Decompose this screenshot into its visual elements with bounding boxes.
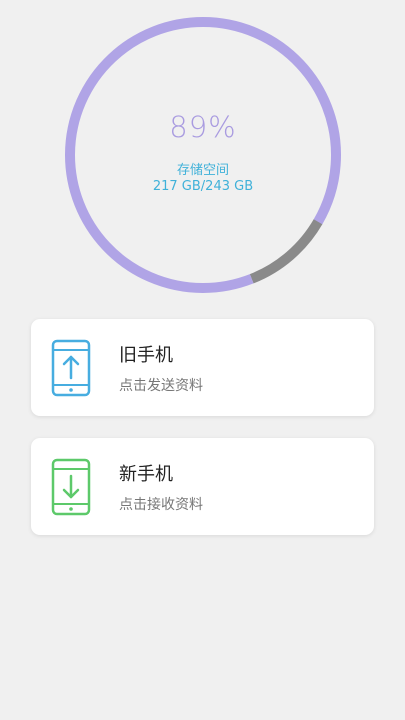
new-phone-title: 新手机 bbox=[119, 464, 173, 485]
phone-download-icon bbox=[51, 458, 91, 516]
old-phone-card[interactable]: 旧手机 点击发送资料 bbox=[31, 319, 374, 416]
old-phone-subtitle: 点击发送资料 bbox=[119, 378, 203, 394]
storage-usage-ring: 89% 存储空间 217 GB/243 GB bbox=[60, 12, 346, 298]
phone-clone-screen: 89% 存储空间 217 GB/243 GB 旧手机 点击发送资料 新手机 点击… bbox=[0, 0, 405, 720]
new-phone-subtitle: 点击接收资料 bbox=[119, 497, 203, 513]
storage-usage-text: 217 GB/243 GB bbox=[152, 179, 254, 194]
phone-upload-icon bbox=[51, 339, 91, 397]
storage-percent: 89% bbox=[169, 110, 237, 144]
storage-title: 存储空间 bbox=[176, 163, 229, 178]
old-phone-title: 旧手机 bbox=[119, 345, 173, 366]
storage-ring-center: 89% 存储空间 217 GB/243 GB bbox=[60, 12, 346, 298]
new-phone-card[interactable]: 新手机 点击接收资料 bbox=[31, 438, 374, 535]
